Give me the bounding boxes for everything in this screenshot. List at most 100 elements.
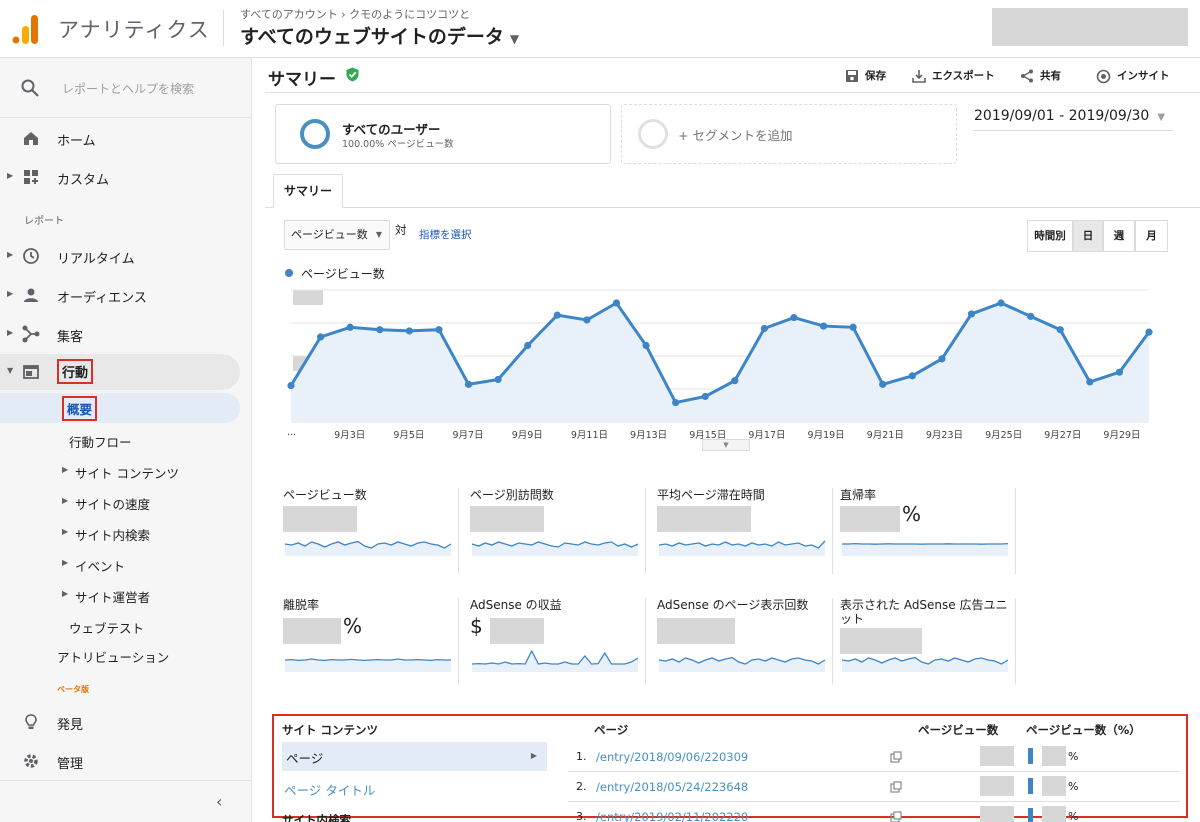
data-point[interactable] [553,311,561,319]
row-number: 2. [576,780,587,793]
table-row[interactable]: 2. /entry/2018/05/24/223648% [568,772,1180,802]
scorecard[interactable]: 表示された AdSense 広告ユニット [840,598,1016,684]
scorecard[interactable]: ページ別訪問数 [470,488,646,574]
share-icon [1021,69,1033,83]
table-dimension-page-title[interactable]: ページ タイトル [284,780,375,799]
table-pageviews-pct-header[interactable]: ページビュー数（%） [1026,722,1141,738]
data-point[interactable] [612,299,621,307]
data-point[interactable] [405,327,413,335]
sidebar-item-overview[interactable]: 概要 [0,393,240,423]
data-point[interactable] [464,380,473,388]
data-point[interactable] [1027,312,1035,320]
sidebar-item-audience[interactable]: ▶ オーディエンス [0,277,252,313]
scorecard[interactable]: 平均ページ滞在時間 [657,488,833,574]
sidebar-item-acquisition[interactable]: ▶ 集客 [0,316,252,352]
person-icon [24,288,38,302]
sidebar-item-site-content[interactable]: ▶ サイト コンテンツ [0,455,252,485]
sidebar-item-site-search[interactable]: ▶ サイト内検索 [0,517,252,547]
sparkline-area [842,657,1008,672]
data-point[interactable] [908,372,916,380]
sidebar-item-experiments[interactable]: ウェブテスト [0,610,252,640]
table-dimension-page[interactable]: ページ ▶ [282,742,547,771]
search-input[interactable]: レポートとヘルプを検索 [62,80,194,97]
sparkline [658,656,826,672]
scorecard[interactable]: AdSense のページ表示回数 [657,598,833,684]
collapse-sidebar-icon[interactable]: ‹ [216,792,222,811]
open-external-icon[interactable] [890,811,902,822]
scorecard-label: AdSense のページ表示回数 [657,598,809,612]
table-row[interactable]: 1. /entry/2018/09/06/220309% [568,742,1180,772]
scorecard[interactable]: 離脱率% [283,598,459,684]
open-external-icon[interactable] [890,751,902,763]
data-point[interactable] [1056,326,1064,334]
page-url-link[interactable]: /entry/2018/09/06/220309 [596,750,748,764]
period-week-button[interactable]: 週 [1103,220,1135,252]
row-number: 3. [576,810,587,822]
account-breadcrumb[interactable]: すべてのアカウント › クモのようにコツコツと [240,6,470,22]
scorecard[interactable]: ページビュー数 [283,488,459,574]
data-point[interactable] [997,299,1005,307]
table-pageviews-header[interactable]: ページビュー数 [918,722,998,738]
share-button[interactable]: 共有 [1020,68,1061,83]
period-hourly-button[interactable]: 時間別 [1027,220,1073,252]
expand-arrow-icon: ▶ [7,328,14,337]
page-url-link[interactable]: /entry/2019/02/11/202220 [596,810,748,822]
scorecard-label: 表示された AdSense 広告ユニット [840,598,1008,626]
sidebar-item-behavior[interactable]: ▼ 行動 [0,354,240,390]
save-button[interactable]: 保存 [845,68,886,83]
data-point[interactable] [1115,368,1124,376]
chart-expand-icon[interactable]: ▼ [702,439,750,451]
data-point[interactable] [1145,328,1153,336]
data-point[interactable] [524,341,532,350]
data-point[interactable] [494,375,502,384]
scorecard[interactable]: 直帰率% [840,488,1016,574]
percent-bar [1028,748,1033,764]
segment-all-users[interactable]: すべてのユーザー 100.00% ページビュー数 [275,104,611,164]
data-point[interactable] [879,380,887,388]
data-point[interactable] [583,316,591,324]
sidebar-item-home[interactable]: ホーム [0,120,252,156]
export-button[interactable]: エクスポート [912,68,995,83]
metric-dropdown[interactable]: ページビュー数 ▼ [284,220,390,250]
data-point[interactable] [701,392,709,401]
period-month-button[interactable]: 月 [1135,220,1168,252]
data-point[interactable] [731,377,739,385]
main-content: サマリー 保存 エクスポート 共有 インサイト すべてのユーザー 100.00%… [253,58,1200,822]
date-range-picker[interactable]: 2019/09/01 - 2019/09/30 ▼ [974,108,1165,124]
select-metric-link[interactable]: 指標を選択 [419,227,472,242]
sidebar-item-realtime[interactable]: ▶ リアルタイム [0,238,252,274]
analytics-logo-icon[interactable] [12,14,40,44]
sidebar-item-events[interactable]: ▶ イベント [0,548,252,578]
data-point[interactable] [849,323,857,331]
sidebar-item-publisher[interactable]: ▶ サイト運営者 [0,579,252,609]
sidebar-item-discover[interactable]: 発見 [0,704,252,740]
data-point[interactable] [672,398,680,407]
add-segment-button[interactable]: + セグメントを追加 [621,104,957,164]
data-point[interactable] [316,333,325,341]
data-point[interactable] [760,324,768,333]
data-point[interactable] [1086,378,1094,386]
sidebar-search[interactable]: レポートとヘルプを検索 [0,58,252,118]
period-day-button[interactable]: 日 [1073,220,1103,252]
data-point[interactable] [819,322,828,330]
sidebar-item-site-speed[interactable]: ▶ サイトの速度 [0,486,252,516]
data-point[interactable] [376,326,384,334]
data-point[interactable] [938,355,946,363]
insights-button[interactable]: インサイト [1096,68,1170,84]
data-point[interactable] [346,323,354,331]
data-point[interactable] [790,313,798,322]
sidebar-item-behavior-flow[interactable]: 行動フロー [0,424,252,454]
data-point[interactable] [642,341,650,350]
scorecard[interactable]: AdSense の収益 $ [470,598,646,684]
page-url-link[interactable]: /entry/2018/05/24/223648 [596,780,748,794]
data-point[interactable] [435,326,443,334]
sidebar-item-custom[interactable]: ▶ カスタム [0,159,252,195]
tab-summary[interactable]: サマリー [273,174,343,208]
sidebar-item-attribution[interactable]: アトリビューション [57,648,177,667]
sidebar-item-admin[interactable]: 管理 [0,743,252,779]
data-point[interactable] [967,310,976,318]
data-point[interactable] [287,381,295,390]
property-selector[interactable]: すべてのウェブサイトのデータ ▼ [240,22,519,49]
open-external-icon[interactable] [890,781,902,793]
table-row[interactable]: 3. /entry/2019/02/11/202220% [568,802,1180,822]
